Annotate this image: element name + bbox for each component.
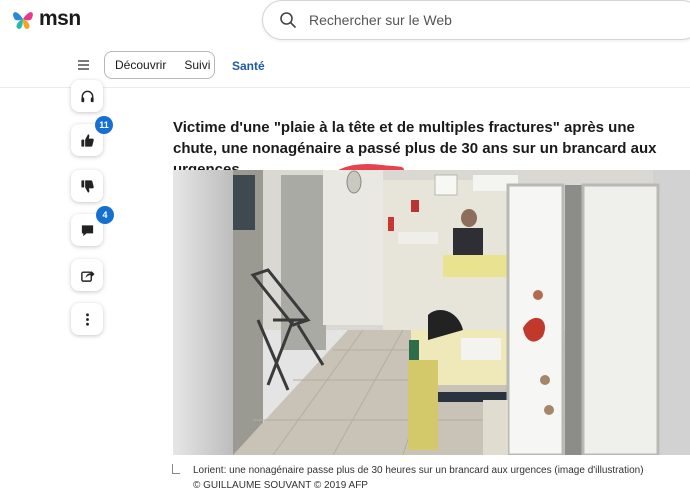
dislike-button[interactable] bbox=[71, 170, 103, 202]
listen-button[interactable] bbox=[71, 80, 103, 112]
share-icon bbox=[80, 270, 95, 282]
comment-icon bbox=[81, 224, 93, 236]
thumbs-up-icon bbox=[80, 133, 94, 147]
hospital-corridor-image bbox=[173, 170, 690, 455]
tab-decouvrir[interactable]: Découvrir bbox=[115, 58, 166, 72]
headphones-icon bbox=[80, 90, 94, 102]
header-divider bbox=[0, 87, 690, 88]
search-icon bbox=[280, 12, 296, 28]
share-button[interactable] bbox=[71, 259, 103, 291]
search-box[interactable]: Rechercher sur le Web bbox=[262, 0, 690, 40]
butterfly-logo-icon bbox=[13, 12, 33, 29]
image-caption: Lorient: une nonagénaire passe plus de 3… bbox=[193, 465, 644, 476]
msn-logo[interactable]: msn bbox=[10, 6, 81, 32]
article-photo[interactable] bbox=[173, 170, 690, 455]
thumbs-down-icon bbox=[80, 179, 94, 193]
caption-marker bbox=[172, 464, 180, 474]
comment-count-badge: 4 bbox=[96, 206, 114, 224]
menu-icon[interactable] bbox=[76, 58, 92, 72]
search-input[interactable]: Rechercher sur le Web bbox=[309, 12, 452, 28]
tab-suivi[interactable]: Suivi bbox=[184, 58, 210, 72]
more-vertical-icon bbox=[85, 312, 89, 326]
more-options-button[interactable] bbox=[71, 303, 103, 335]
tab-sante[interactable]: Santé bbox=[232, 59, 265, 73]
like-count-badge: 11 bbox=[95, 116, 113, 134]
brand-name: msn bbox=[39, 7, 81, 30]
feed-toggle: Découvrir Suivi bbox=[104, 51, 215, 79]
image-credit: © GUILLAUME SOUVANT © 2019 AFP bbox=[193, 480, 368, 491]
